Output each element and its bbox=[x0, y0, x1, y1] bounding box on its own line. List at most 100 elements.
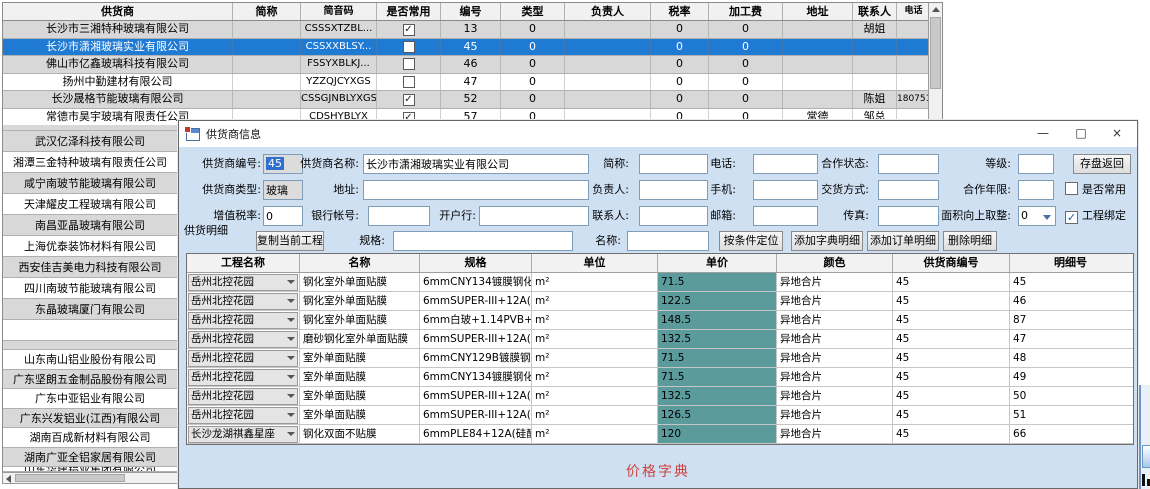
common-use-checkbox[interactable] bbox=[403, 76, 415, 88]
supplier-list-item[interactable]: 四川南玻节能玻璃有限公司 bbox=[3, 278, 177, 299]
supplier-list-item[interactable]: 咸宁南玻节能玻璃有限公司 bbox=[3, 173, 177, 194]
bank-branch-field[interactable] bbox=[479, 206, 589, 226]
column-header[interactable]: 编号 bbox=[441, 3, 501, 20]
grid-cell[interactable]: 岳州北控花园 bbox=[187, 368, 300, 386]
supplier-row[interactable]: 扬州中勤建材有限公司YZZQJCYXGS47000 bbox=[3, 74, 942, 92]
project-name-combo[interactable]: 岳州北控花园 bbox=[188, 293, 298, 310]
grid-cell[interactable]: 岳州北控花园 bbox=[187, 311, 300, 329]
project-name-combo[interactable]: 岳州北控花园 bbox=[188, 274, 298, 291]
column-header[interactable]: 简称 bbox=[233, 3, 301, 20]
grid-row[interactable]: 岳州北控花园室外单面贴膜6mmSUPER-III+12A(硅…m²132.5异地… bbox=[187, 387, 1133, 406]
checkbox-icon[interactable] bbox=[1065, 182, 1078, 195]
supplier-list-item[interactable]: 广东兴发铝业(江西)有限公司 bbox=[3, 409, 177, 429]
grid-column-header[interactable]: 规格 bbox=[420, 254, 532, 272]
supplier-id-field[interactable]: 45 bbox=[263, 154, 303, 174]
grid-column-header[interactable]: 供货商编号 bbox=[893, 254, 1010, 272]
project-name-combo[interactable]: 长沙龙湖祺鑫星座 bbox=[188, 426, 298, 443]
grid-row[interactable]: 岳州北控花园磨砂钢化室外单面贴膜6mmSUPER-III+12A(硅…m²132… bbox=[187, 330, 1133, 349]
add-dict-detail-button[interactable]: 添加字典明细 bbox=[791, 231, 863, 251]
add-order-detail-button[interactable]: 添加订单明细 bbox=[867, 231, 939, 251]
grid-cell[interactable]: 岳州北控花园 bbox=[187, 292, 300, 310]
address-field[interactable] bbox=[363, 180, 589, 200]
grid-cell[interactable]: 长沙龙湖祺鑫星座 bbox=[187, 425, 300, 443]
supplier-list-item[interactable]: 上海优泰装饰材料有限公司 bbox=[3, 236, 177, 257]
common-use-checkbox[interactable] bbox=[403, 41, 415, 53]
manager-field[interactable] bbox=[639, 180, 708, 200]
checkbox-icon[interactable]: ✓ bbox=[1065, 211, 1078, 224]
supplier-list-item[interactable]: 西安佳吉美电力科技有限公司 bbox=[3, 257, 177, 278]
supplier-list-item[interactable]: 湖南广亚全铝家居有限公司 bbox=[3, 448, 177, 468]
delete-detail-button[interactable]: 删除明细 bbox=[943, 231, 997, 251]
minimize-button[interactable]: — bbox=[1025, 121, 1061, 147]
scroll-left-icon[interactable] bbox=[6, 475, 11, 483]
empty-list-row[interactable] bbox=[3, 341, 177, 350]
grid-cell[interactable]: 岳州北控花园 bbox=[187, 273, 300, 291]
project-name-combo[interactable]: 岳州北控花园 bbox=[188, 312, 298, 329]
coop-years-field[interactable] bbox=[1018, 180, 1054, 200]
grid-row[interactable]: 长沙龙湖祺鑫星座钢化双面不贴膜6mmPLE84+12A(硅酮胶…m²120异地合… bbox=[187, 425, 1133, 444]
area-round-up-combo[interactable]: 0 bbox=[1018, 206, 1056, 226]
locate-by-condition-button[interactable]: 按条件定位 bbox=[719, 231, 783, 251]
grid-column-header[interactable]: 工程名称 bbox=[187, 254, 300, 272]
chevron-down-icon[interactable] bbox=[287, 299, 295, 303]
common-use-checkbox[interactable]: 是否常用 bbox=[1065, 180, 1126, 200]
supplier-list-item[interactable]: 山东南山铝业股份有限公司 bbox=[3, 350, 177, 370]
common-use-checkbox[interactable]: ✓ bbox=[403, 94, 415, 106]
grid-row[interactable]: 岳州北控花园钢化室外单面贴膜6mmCNY134镀膜钢化m²71.5异地合片454… bbox=[187, 273, 1133, 292]
supplier-row[interactable]: 长沙晟格节能玻璃有限公司CSSGJNBLYXGS✓52000陈姐180751 bbox=[3, 91, 942, 109]
grid-cell[interactable]: 岳州北控花园 bbox=[187, 406, 300, 424]
supplier-type-field[interactable] bbox=[263, 180, 303, 200]
maximize-button[interactable]: □ bbox=[1063, 121, 1099, 147]
project-name-combo[interactable]: 岳州北控花园 bbox=[188, 350, 298, 367]
column-header[interactable]: 供货商 bbox=[3, 3, 233, 20]
supplier-list-item[interactable]: 东晶玻璃厦门有限公司 bbox=[3, 299, 177, 320]
coop-status-field[interactable] bbox=[878, 154, 939, 174]
vat-rate-field[interactable] bbox=[263, 206, 303, 226]
empty-list-row[interactable] bbox=[3, 320, 177, 341]
scrollbar-thumb[interactable] bbox=[930, 17, 941, 89]
grid-column-header[interactable]: 单位 bbox=[532, 254, 658, 272]
close-button[interactable]: × bbox=[1099, 121, 1135, 147]
column-header[interactable]: 类型 bbox=[501, 3, 565, 20]
grid-column-header[interactable]: 单价 bbox=[658, 254, 777, 272]
grid-row[interactable]: 岳州北控花园钢化室外单面贴膜6mm白玻+1.14PVB+6mm…m²148.5异… bbox=[187, 311, 1133, 330]
spec-filter-field[interactable] bbox=[393, 231, 573, 251]
bank-account-field[interactable] bbox=[368, 206, 430, 226]
common-use-checkbox[interactable] bbox=[403, 58, 415, 70]
column-header[interactable]: 税率 bbox=[651, 3, 709, 20]
column-header[interactable]: 地址 bbox=[783, 3, 853, 20]
supplier-list-item[interactable]: 湖南百成新材料有限公司 bbox=[3, 428, 177, 448]
name-filter-field[interactable] bbox=[627, 231, 709, 251]
supplier-list-item[interactable]: 广东坚朗五金制品股份有限公司 bbox=[3, 370, 177, 390]
chevron-down-icon[interactable] bbox=[287, 280, 295, 284]
scroll-up-icon[interactable] bbox=[932, 7, 940, 12]
supplier-list-item[interactable]: 武汉亿泽科技有限公司 bbox=[3, 131, 177, 152]
project-name-combo[interactable]: 岳州北控花园 bbox=[188, 369, 298, 386]
delivery-field[interactable] bbox=[878, 180, 939, 200]
grid-row[interactable]: 岳州北控花园室外单面贴膜6mmSUPER-III+12A(硅…m²126.5异地… bbox=[187, 406, 1133, 425]
dialog-titlebar[interactable]: 供货商信息 — □ × bbox=[179, 121, 1137, 147]
grid-cell[interactable]: 岳州北控花园 bbox=[187, 387, 300, 405]
grid-cell[interactable]: 岳州北控花园 bbox=[187, 330, 300, 348]
grid-column-header[interactable]: 颜色 bbox=[777, 254, 893, 272]
column-header[interactable]: 电话 bbox=[897, 3, 930, 20]
supplier-row[interactable]: 长沙市三湘特种玻璃有限公司CSSSXTZBL...✓13000胡姐 bbox=[3, 21, 942, 39]
chevron-down-icon[interactable] bbox=[1043, 215, 1051, 220]
column-header[interactable]: 简音码 bbox=[301, 3, 377, 20]
project-name-combo[interactable]: 岳州北控花园 bbox=[188, 388, 298, 405]
supplier-row[interactable]: 长沙市潇湘玻璃实业有限公司CSSXXBLSY...45000 bbox=[3, 39, 942, 57]
chevron-down-icon[interactable] bbox=[287, 375, 295, 379]
supplier-row[interactable]: 佛山市亿鑫玻璃科技有限公司FSSYXBLKJ...46000 bbox=[3, 56, 942, 74]
supplier-name-field[interactable] bbox=[363, 154, 589, 174]
copy-current-project-button[interactable]: 复制当前工程 bbox=[256, 231, 324, 251]
save-return-button[interactable]: 存盘返回 bbox=[1073, 154, 1131, 174]
column-header[interactable]: 加工费 bbox=[709, 3, 783, 20]
column-header[interactable]: 是否常用 bbox=[377, 3, 441, 20]
abbr-field[interactable] bbox=[639, 154, 708, 174]
grade-field[interactable] bbox=[1018, 154, 1054, 174]
column-header[interactable]: 负责人 bbox=[565, 3, 651, 20]
grid-row[interactable]: 岳州北控花园室外单面贴膜6mmCNY134镀膜钢化m²71.5异地合片4549 bbox=[187, 368, 1133, 387]
chevron-down-icon[interactable] bbox=[287, 394, 295, 398]
grid-column-header[interactable]: 明细号 bbox=[1010, 254, 1131, 272]
grid-row[interactable]: 岳州北控花园钢化室外单面贴膜6mmSUPER-III+12A(硅…m²122.5… bbox=[187, 292, 1133, 311]
